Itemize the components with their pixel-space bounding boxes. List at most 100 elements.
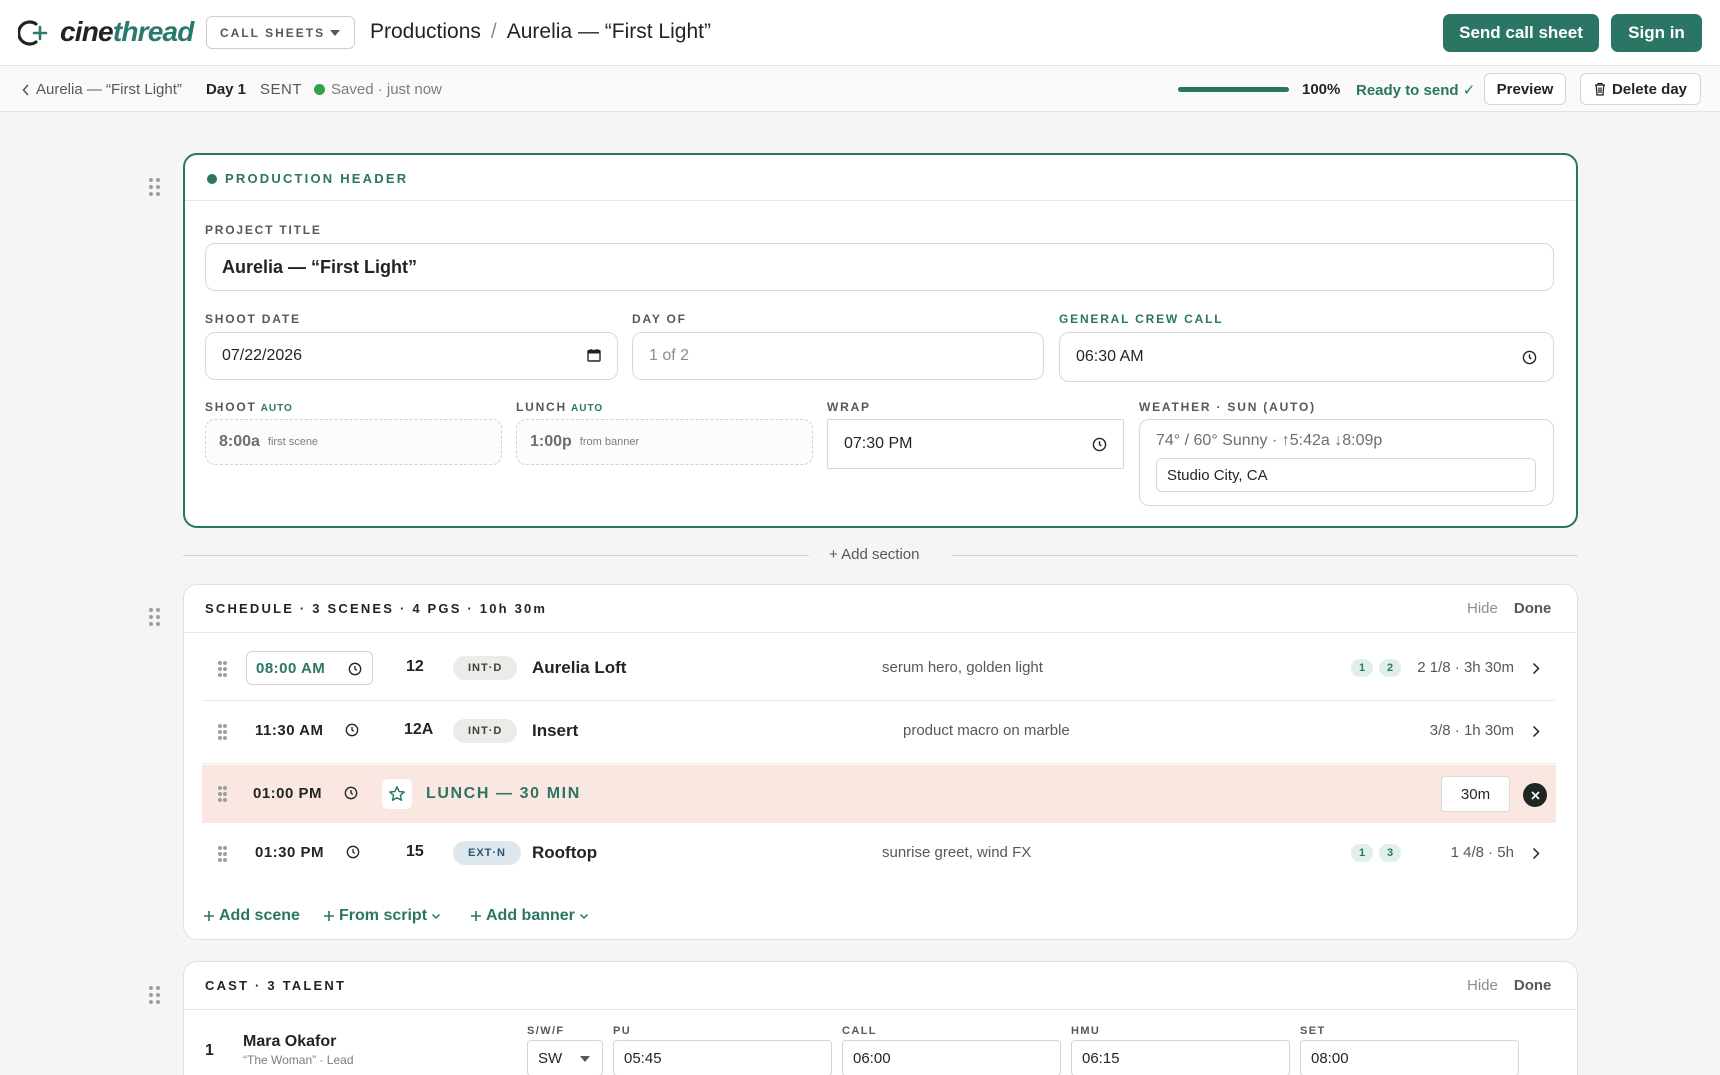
day-of-input[interactable]: 1 of 2 bbox=[632, 332, 1044, 380]
save-status: Saved · just now bbox=[314, 81, 442, 98]
lunch-auto-field: 1:00p from banner bbox=[516, 419, 813, 465]
breadcrumb-separator: / bbox=[490, 20, 497, 43]
from-script-label: From script bbox=[339, 907, 428, 924]
drag-handle-icon[interactable] bbox=[218, 846, 228, 862]
shoot-value: 8:00a bbox=[219, 433, 260, 450]
scene-pages-duration: 2 1/8 · 3h 30m bbox=[1417, 659, 1514, 676]
banner-label[interactable]: LUNCH — 30 MIN bbox=[426, 785, 581, 803]
caret-down-icon bbox=[330, 30, 340, 36]
drag-handle-icon[interactable] bbox=[218, 786, 228, 802]
auto-badge: AUTO bbox=[571, 403, 604, 414]
int-ext-tag: EXT·N bbox=[453, 841, 521, 865]
project-title-label: PROJECT TITLE bbox=[205, 223, 322, 237]
add-scene-label: Add scene bbox=[219, 907, 300, 924]
general-crew-call-input[interactable]: 06:30 AM bbox=[1059, 332, 1554, 382]
section-title: CAST · 3 TALENT bbox=[205, 978, 347, 993]
add-scene-button[interactable]: Add scene bbox=[203, 907, 300, 925]
back-link-label: Aurelia — “First Light” bbox=[36, 81, 182, 98]
scene-time[interactable]: 01:30 PM bbox=[255, 844, 324, 861]
ready-status: Ready to send ✓ bbox=[1356, 82, 1476, 99]
location-input[interactable]: Studio City, CA bbox=[1156, 458, 1536, 492]
weather-box: 74° / 60° Sunny · ↑5:42a ↓8:09p Studio C… bbox=[1139, 419, 1554, 506]
back-link[interactable]: Aurelia — “First Light” bbox=[22, 81, 182, 98]
drag-handle-icon[interactable] bbox=[218, 724, 228, 740]
set-column-label: SET bbox=[1300, 1025, 1326, 1037]
drag-handle-icon[interactable] bbox=[149, 178, 161, 198]
banner-icon-button[interactable] bbox=[382, 779, 412, 809]
banner-duration-input[interactable]: 30m bbox=[1441, 776, 1510, 812]
logo-mark-icon bbox=[18, 20, 48, 46]
cast-pill: 2 bbox=[1379, 659, 1401, 677]
drag-handle-icon[interactable] bbox=[218, 661, 228, 677]
chevron-right-icon[interactable] bbox=[1532, 662, 1540, 675]
lunch-banner-row[interactable]: 01:00 PM LUNCH — 30 MIN 30m bbox=[202, 765, 1556, 823]
swf-select[interactable]: SW bbox=[527, 1040, 603, 1075]
schedule-row[interactable]: 08:00 AM 12 INT·D Aurelia Loft serum her… bbox=[202, 638, 1556, 701]
divider bbox=[184, 1009, 1577, 1010]
clock-icon[interactable] bbox=[1092, 437, 1107, 452]
clock-icon[interactable] bbox=[345, 723, 359, 737]
cast-name[interactable]: Mara Okafor bbox=[243, 1033, 336, 1051]
call-sheets-dropdown[interactable]: CALL SHEETS bbox=[206, 16, 355, 49]
day-label: Day 1 bbox=[206, 81, 247, 98]
add-banner-button[interactable]: Add banner bbox=[470, 907, 589, 925]
hmu-time-input[interactable]: 06:15 bbox=[1071, 1040, 1290, 1075]
star-icon bbox=[389, 786, 405, 802]
divider bbox=[184, 632, 1577, 633]
clock-icon[interactable] bbox=[348, 662, 362, 676]
caret-down-icon bbox=[580, 1056, 590, 1062]
scene-time: 08:00 AM bbox=[256, 659, 326, 677]
swf-value: SW bbox=[538, 1049, 563, 1067]
delete-day-button[interactable]: Delete day bbox=[1580, 73, 1701, 105]
status-badge: SENT bbox=[260, 81, 303, 98]
clock-icon[interactable] bbox=[1522, 350, 1537, 365]
from-script-button[interactable]: From script bbox=[323, 907, 441, 925]
scene-name: Aurelia Loft bbox=[532, 658, 627, 677]
plus-icon bbox=[471, 911, 481, 921]
plus-icon bbox=[324, 911, 334, 921]
scene-pages-duration: 3/8 · 1h 30m bbox=[1429, 722, 1514, 739]
sign-in-button[interactable]: Sign in bbox=[1611, 14, 1702, 52]
send-call-sheet-button[interactable]: Send call sheet bbox=[1443, 14, 1599, 52]
wrap-time-input[interactable]: 07:30 PM bbox=[827, 419, 1124, 469]
trash-icon bbox=[1594, 82, 1605, 96]
saved-dot-icon bbox=[314, 84, 325, 95]
schedule-row[interactable]: 01:30 PM 15 EXT·N Rooftop sunrise greet,… bbox=[202, 823, 1556, 886]
scene-time[interactable]: 11:30 AM bbox=[255, 722, 323, 739]
delete-day-label: Delete day bbox=[1611, 80, 1688, 98]
preview-button[interactable]: Preview bbox=[1484, 73, 1566, 105]
drag-handle-icon[interactable] bbox=[149, 608, 161, 628]
schedule-row[interactable]: 11:30 AM 12A INT·D Insert product macro … bbox=[202, 701, 1556, 764]
chevron-down-icon bbox=[579, 913, 588, 919]
hide-button[interactable]: Hide bbox=[1467, 600, 1498, 617]
pu-time-input[interactable]: 05:45 bbox=[613, 1040, 832, 1075]
done-button[interactable]: Done bbox=[1514, 600, 1552, 617]
crew-call-value: 06:30 AM bbox=[1076, 348, 1144, 365]
add-section-divider: + Add section bbox=[183, 546, 1578, 566]
scene-number: 15 bbox=[406, 843, 424, 860]
project-title-input[interactable]: Aurelia — “First Light” bbox=[205, 243, 1554, 291]
chevron-right-icon[interactable] bbox=[1532, 725, 1540, 738]
wrap-label: WRAP bbox=[827, 400, 871, 414]
plus-icon bbox=[204, 911, 214, 921]
breadcrumb-productions[interactable]: Productions bbox=[370, 20, 481, 44]
chevron-right-icon[interactable] bbox=[1532, 847, 1540, 860]
remove-banner-button[interactable] bbox=[1523, 783, 1547, 807]
clock-icon[interactable] bbox=[346, 845, 360, 859]
pu-column-label: PU bbox=[613, 1025, 632, 1037]
done-button[interactable]: Done bbox=[1514, 977, 1552, 994]
call-time-input[interactable]: 06:00 bbox=[842, 1040, 1061, 1075]
set-time-input[interactable]: 08:00 bbox=[1300, 1040, 1519, 1075]
add-section-button[interactable]: + Add section bbox=[829, 546, 919, 563]
scene-time-input[interactable]: 08:00 AM bbox=[246, 651, 373, 685]
drag-handle-icon[interactable] bbox=[149, 986, 161, 1006]
calendar-icon[interactable] bbox=[587, 348, 601, 362]
scene-number: 12 bbox=[406, 658, 424, 675]
logo-wordmark[interactable]: cinethread bbox=[60, 16, 194, 48]
banner-time[interactable]: 01:00 PM bbox=[253, 785, 322, 802]
day-of-label: DAY OF bbox=[632, 312, 687, 326]
shoot-date-input[interactable]: 07/22/2026 bbox=[205, 332, 618, 380]
divider bbox=[185, 200, 1576, 201]
hide-button[interactable]: Hide bbox=[1467, 977, 1498, 994]
clock-icon[interactable] bbox=[344, 786, 358, 800]
